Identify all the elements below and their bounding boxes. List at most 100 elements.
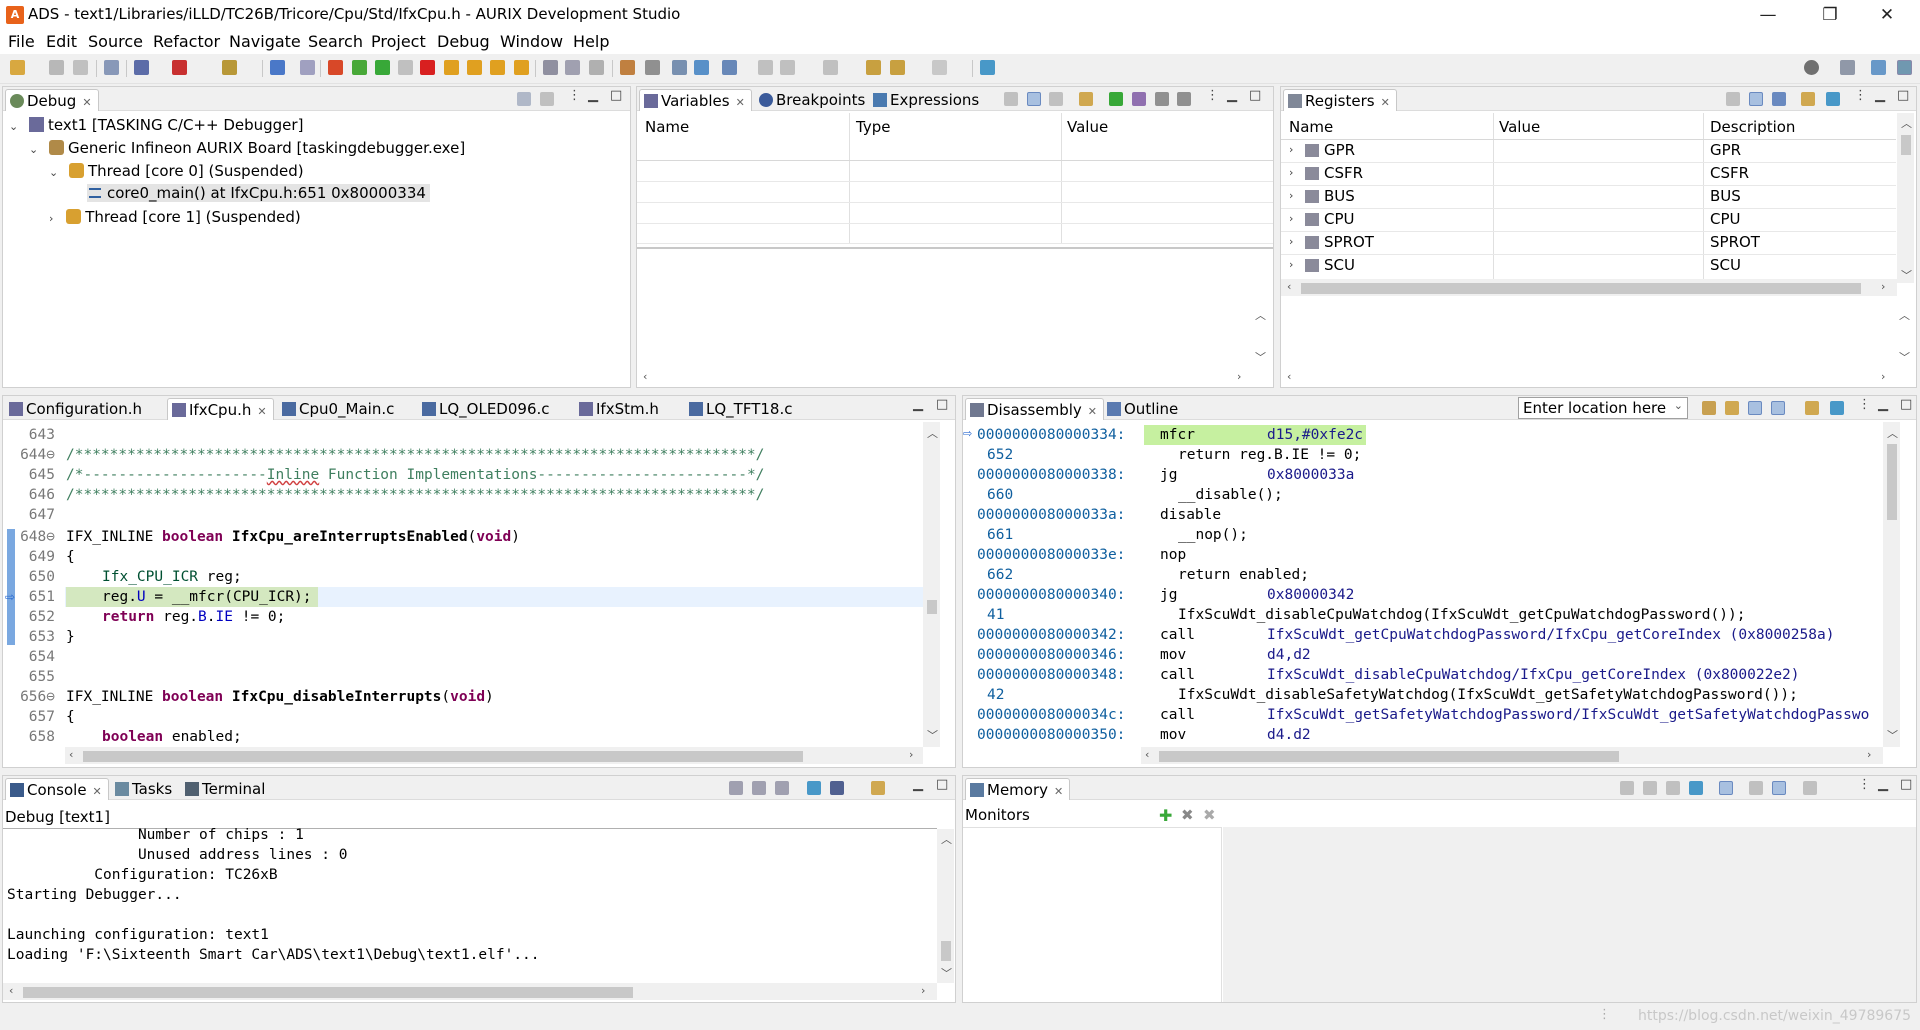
show-logical-icon[interactable] — [1027, 92, 1041, 106]
code-line[interactable]: /***************************************… — [66, 445, 764, 465]
editor-vscroll[interactable]: ︿ ﹀ — [923, 422, 940, 747]
menu-file[interactable]: File — [8, 32, 35, 51]
edit-icon[interactable] — [758, 60, 773, 75]
menu-edit[interactable]: Edit — [46, 32, 77, 51]
scroll-down-icon[interactable]: ﹀ — [1899, 349, 1910, 365]
run-to-line-icon[interactable] — [514, 60, 529, 75]
tree-node-board[interactable]: ⌄ Generic Infineon AURIX Board [taskingd… — [29, 139, 465, 157]
add-watch-icon[interactable] — [1109, 92, 1123, 106]
toggle-icon[interactable] — [589, 60, 604, 75]
step-into-icon[interactable] — [444, 60, 459, 75]
tab-tasks[interactable]: Tasks — [111, 778, 178, 800]
pin-icon[interactable] — [1689, 781, 1703, 795]
column-value[interactable]: Value — [1499, 118, 1540, 136]
save-icon[interactable] — [49, 60, 64, 75]
minimize-view-icon[interactable]: ▁ — [913, 777, 923, 792]
suspend-icon[interactable] — [398, 60, 413, 75]
resume-icon[interactable] — [375, 60, 390, 75]
menu-window[interactable]: Window — [500, 32, 563, 51]
code-line[interactable]: IFX_INLINE boolean IfxCpu_areInterruptsE… — [66, 527, 520, 547]
code-line[interactable]: Ifx_CPU_ICR reg; — [102, 567, 242, 587]
maximize-view-icon[interactable]: □ — [936, 777, 948, 792]
scroll-left-icon[interactable]: ‹ — [643, 370, 647, 383]
external-tools-icon[interactable] — [222, 60, 237, 75]
maximize-view-icon[interactable]: □ — [1900, 777, 1912, 792]
menu-project[interactable]: Project — [371, 32, 426, 51]
last-edit-icon[interactable] — [866, 60, 881, 75]
code-line[interactable]: boolean enabled; — [102, 727, 242, 747]
code-line[interactable]: return reg.B.IE != 0; — [102, 607, 285, 627]
sync-icon[interactable] — [1772, 781, 1786, 795]
registers-hscroll[interactable]: ‹ › — [1281, 279, 1897, 296]
code-line[interactable]: /***************************************… — [66, 485, 764, 505]
add-monitor-icon[interactable]: ✚ — [1159, 806, 1172, 825]
menu-navigate[interactable]: Navigate — [229, 32, 301, 51]
cpp-perspective-icon[interactable] — [1871, 60, 1886, 75]
layout-icon[interactable] — [1772, 92, 1786, 106]
debug-perspective-icon[interactable] — [1897, 60, 1912, 75]
pin-console-icon[interactable] — [807, 781, 821, 795]
step-over-icon[interactable] — [467, 60, 482, 75]
code-line[interactable]: { — [66, 707, 75, 727]
expression-icon[interactable] — [1132, 92, 1146, 106]
tab-debug[interactable]: Debug ✕ — [5, 89, 99, 111]
tree-node-thread-core0[interactable]: ⌄ Thread [core 0] (Suspended) — [49, 162, 304, 180]
back-icon[interactable] — [890, 60, 905, 75]
maximize-view-icon[interactable]: □ — [936, 397, 948, 412]
scroll-right-icon[interactable]: › — [1881, 370, 1885, 383]
pin-editor-icon[interactable] — [980, 60, 995, 75]
prev-annotation-icon[interactable] — [823, 60, 838, 75]
remove-all-icon[interactable] — [1177, 92, 1191, 106]
pin-icon[interactable] — [1826, 92, 1840, 106]
save-all-icon[interactable] — [73, 60, 88, 75]
disassembly-vscroll[interactable]: ︿ ﹀ — [1883, 422, 1900, 747]
forward-icon[interactable] — [932, 60, 947, 75]
scroll-up-icon[interactable]: ︿ — [1899, 307, 1910, 323]
display-console-icon[interactable] — [830, 781, 844, 795]
tab-lq-tft18-c[interactable]: LQ_TFT18.c — [685, 398, 798, 420]
scroll-right-icon[interactable]: › — [1237, 370, 1241, 383]
code-line[interactable]: /*---------------------Inline Function I… — [66, 465, 764, 485]
tree-node-thread-core1[interactable]: › Thread [core 1] (Suspended) — [49, 208, 301, 226]
registers-vscroll[interactable]: ︿ ﹀ — [1897, 113, 1914, 283]
remove-terminated-icon[interactable] — [540, 92, 554, 106]
view-menu-icon[interactable]: ⋮ — [568, 88, 581, 103]
maximize-view-icon[interactable]: □ — [1249, 88, 1261, 103]
open-console-icon[interactable] — [871, 781, 885, 795]
disconnect-icon[interactable] — [645, 60, 660, 75]
close-icon[interactable]: ✕ — [93, 785, 102, 798]
tab-console[interactable]: Console ✕ — [5, 778, 109, 800]
tab-expressions[interactable]: Expressions — [869, 89, 985, 111]
tab-cpu0-main-c[interactable]: Cpu0_Main.c — [278, 398, 400, 420]
close-button[interactable]: ✕ — [1864, 2, 1910, 28]
clear-console-icon[interactable] — [729, 781, 743, 795]
minimize-view-icon[interactable]: ▁ — [1227, 88, 1237, 103]
close-icon[interactable]: ✕ — [736, 96, 745, 109]
scroll-down-icon[interactable]: ﹀ — [1255, 349, 1266, 365]
tab-ifxcpu-h[interactable]: IfxCpu.h ✕ — [167, 398, 274, 420]
collapse-all-icon[interactable] — [517, 92, 531, 106]
editor-hscroll[interactable]: ‹ › — [65, 747, 923, 764]
remove-monitor-icon[interactable]: ✖ — [1181, 806, 1194, 824]
minimize-view-icon[interactable]: ▁ — [913, 397, 923, 412]
terminal-icon[interactable] — [270, 60, 285, 75]
tree-node-stack-frame[interactable]: core0_main() at IfxCpu.h:651 0x80000334 — [87, 184, 430, 202]
code-line[interactable]: } — [66, 627, 75, 647]
debug-config-icon[interactable] — [134, 60, 149, 75]
reset-icon[interactable] — [1643, 781, 1657, 795]
tab-memory[interactable]: Memory ✕ — [965, 778, 1071, 800]
code-line[interactable]: IFX_INLINE boolean IfxCpu_disableInterru… — [66, 687, 494, 707]
help-icon[interactable] — [672, 60, 687, 75]
monitors-list[interactable] — [963, 827, 1222, 1002]
console-vscroll[interactable]: ︿ ﹀ — [937, 829, 954, 983]
view-menu-icon[interactable]: ⋮ — [1206, 88, 1219, 103]
close-icon[interactable]: ✕ — [257, 405, 266, 418]
show-type-icon[interactable] — [1004, 92, 1018, 106]
menu-refactor[interactable]: Refactor — [153, 32, 220, 51]
menu-search[interactable]: Search — [308, 32, 363, 51]
code-line[interactable]: reg.U = __mfcr(CPU_ICR); — [102, 587, 312, 607]
annotation-icon[interactable] — [780, 60, 795, 75]
restart-icon[interactable] — [328, 60, 343, 75]
open-perspective-icon[interactable] — [1840, 60, 1855, 75]
layout-icon[interactable] — [1749, 781, 1763, 795]
